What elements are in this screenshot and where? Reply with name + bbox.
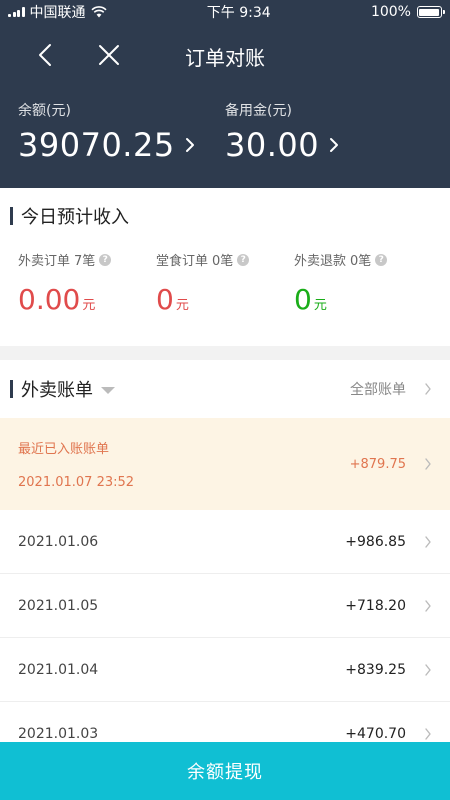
bill-row[interactable]: 2021.01.06 +986.85 (0, 510, 450, 574)
section-marker (10, 207, 13, 225)
chevron-right-icon (330, 138, 339, 152)
bill-right: +839.25 (345, 662, 432, 678)
recent-bill-row[interactable]: 最近已入账账单 2021.01.07 23:52 +879.75 (0, 418, 450, 510)
income-label: 堂食订单 0笔 ? (156, 250, 294, 269)
status-bar: 中国联通 下午 9:34 100% (0, 0, 450, 24)
bills-card: 外卖账单 全部账单 最近已入账账单 2021.01.07 23:52 +879.… (0, 360, 450, 766)
chevron-right-icon (425, 535, 431, 548)
income-item-value: 0 (156, 283, 174, 316)
chevron-right-icon (185, 138, 194, 152)
income-item-dinein: 堂食订单 0笔 ? 0 元 (156, 250, 294, 316)
reserve-card[interactable]: 备用金(元) 30.00 (225, 100, 432, 164)
bill-right: +718.20 (345, 598, 432, 614)
balance-value-row: 39070.25 (18, 126, 225, 164)
income-item-delivery: 外卖订单 7笔 ? 0.00 元 (18, 250, 156, 316)
bill-amount: +470.70 (345, 725, 406, 742)
status-left: 中国联通 (8, 2, 107, 22)
income-item-value: 0.00 (18, 283, 81, 316)
income-row: 外卖订单 7笔 ? 0.00 元 堂食订单 0笔 ? 0 元 外卖退款 0笔 ?… (0, 250, 450, 316)
income-item-unit: 元 (175, 298, 189, 313)
income-item-label: 堂食订单 (156, 254, 209, 269)
income-section-title: 今日预计收入 (0, 188, 450, 244)
bill-right: +986.85 (345, 534, 432, 550)
withdraw-button[interactable]: 余额提现 (0, 742, 450, 800)
income-item-unit: 元 (82, 298, 96, 313)
bill-date: 2021.01.03 (18, 725, 99, 742)
reserve-value-row: 30.00 (225, 126, 432, 164)
income-item-label: 外卖订单 (18, 254, 71, 269)
income-title: 今日预计收入 (21, 207, 129, 228)
recent-bill-date: 2021.01.07 23:52 (18, 475, 135, 490)
income-label: 外卖退款 0笔 ? (294, 250, 432, 269)
income-value: 0 元 (294, 283, 432, 316)
back-button[interactable] (32, 41, 60, 69)
bill-date: 2021.01.06 (18, 533, 99, 550)
navbar: 订单对账 (0, 24, 450, 86)
battery-percent: 100% (370, 4, 411, 20)
chevron-left-icon (39, 44, 51, 66)
income-card: 今日预计收入 外卖订单 7笔 ? 0.00 元 堂食订单 0笔 ? 0 元 外卖… (0, 188, 450, 346)
income-value: 0 元 (156, 283, 294, 316)
section-marker (10, 380, 13, 398)
question-icon[interactable]: ? (99, 253, 112, 266)
caret-down-icon (101, 387, 115, 394)
close-icon (99, 45, 119, 65)
battery-icon (416, 6, 445, 18)
income-value: 0.00 元 (18, 283, 156, 316)
income-item-count: 7笔 (74, 254, 96, 269)
reserve-value: 30.00 (225, 126, 320, 164)
balance-row: 余额(元) 39070.25 备用金(元) 30.00 (0, 100, 450, 164)
chevron-right-icon (425, 727, 431, 740)
income-item-value: 0 (294, 283, 312, 316)
chevron-right-icon (425, 663, 431, 676)
question-icon[interactable]: ? (237, 253, 250, 266)
recent-bill-right: +879.75 (350, 457, 432, 472)
balance-card[interactable]: 余额(元) 39070.25 (18, 100, 225, 164)
wifi-icon (90, 6, 107, 18)
section-gap (0, 346, 450, 360)
bill-date: 2021.01.04 (18, 661, 99, 678)
income-item-unit: 元 (313, 298, 327, 313)
status-right: 100% (370, 4, 445, 20)
all-bills-label: 全部账单 (350, 382, 406, 398)
bills-header: 外卖账单 全部账单 (0, 360, 450, 418)
recent-bill-amount: +879.75 (349, 456, 406, 472)
chevron-right-icon (425, 599, 431, 612)
income-item-label: 外卖退款 (294, 254, 347, 269)
recent-bill-title: 最近已入账账单 (18, 442, 110, 457)
signal-icon (8, 7, 25, 17)
reserve-label: 备用金(元) (225, 103, 292, 119)
bill-row[interactable]: 2021.01.05 +718.20 (0, 574, 450, 638)
chevron-right-icon (425, 458, 431, 470)
all-bills-link[interactable]: 全部账单 (350, 379, 432, 399)
balance-label: 余额(元) (18, 103, 71, 119)
bills-type-dropdown[interactable]: 外卖账单 (10, 376, 115, 402)
bill-amount: +718.20 (345, 597, 406, 614)
chevron-right-icon (425, 383, 431, 395)
bill-row[interactable]: 2021.01.04 +839.25 (0, 638, 450, 702)
recent-bill-info: 最近已入账账单 2021.01.07 23:52 (18, 438, 134, 490)
page-title: 订单对账 (185, 46, 265, 70)
income-item-refund: 外卖退款 0笔 ? 0 元 (294, 250, 432, 316)
carrier-label: 中国联通 (29, 5, 86, 21)
balance-value: 39070.25 (18, 126, 175, 164)
income-item-count: 0笔 (350, 254, 372, 269)
header: 中国联通 下午 9:34 100% 订单对账 余额(元) 39070.25 备用… (0, 0, 450, 188)
question-icon[interactable]: ? (375, 253, 388, 266)
income-item-count: 0笔 (212, 254, 234, 269)
bill-amount: +839.25 (345, 661, 406, 678)
bill-amount: +986.85 (345, 533, 406, 550)
bills-title: 外卖账单 (21, 380, 93, 401)
bill-right: +470.70 (345, 726, 432, 742)
clock: 下午 9:34 (206, 5, 271, 21)
bill-date: 2021.01.05 (18, 597, 99, 614)
close-button[interactable] (95, 41, 123, 69)
income-label: 外卖订单 7笔 ? (18, 250, 156, 269)
